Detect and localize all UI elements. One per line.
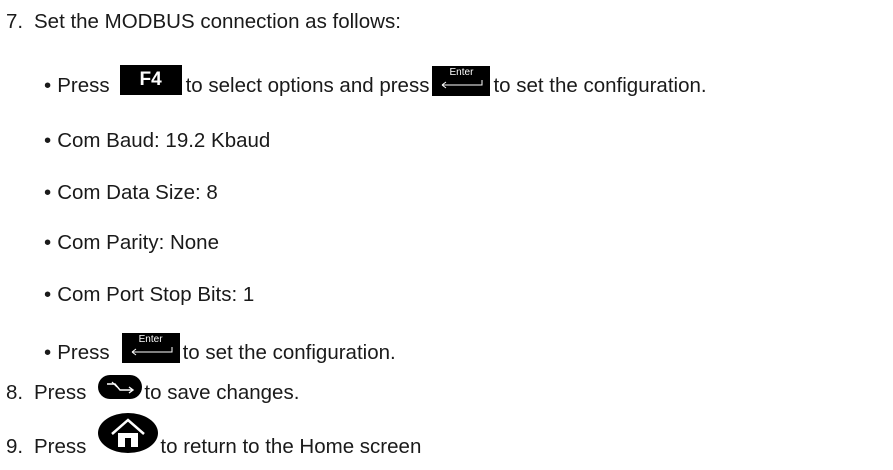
save-icon [98, 375, 143, 404]
bullet-text: to select options and press [185, 73, 430, 97]
bullet-com-stop-bits: • Com Port Stop Bits: 1 [44, 283, 255, 306]
step-7: 7. Set the MODBUS connection as follows: [6, 10, 401, 33]
bullet-com-baud: • Com Baud: 19.2 Kbaud [44, 129, 271, 152]
bullet-text: to set the configuration. [182, 340, 396, 364]
bullet-marker: • [44, 283, 52, 306]
enter-key-label: Enter [449, 67, 474, 78]
step-text: to save changes. [144, 381, 300, 404]
step-text: Press [34, 435, 87, 458]
setting-text: Com Port Stop Bits: 1 [57, 283, 255, 306]
enter-key-label: Enter [138, 334, 163, 345]
step-8: 8. Press to save changes. [6, 375, 300, 408]
setting-text: Com Baud: 19.2 Kbaud [57, 129, 271, 152]
bullet-marker: • [44, 73, 52, 97]
step-text: to return to the Home screen [160, 435, 422, 458]
bullet-marker: • [44, 181, 52, 204]
bullet-text: to set the configuration. [493, 73, 707, 97]
bullet-marker: • [44, 340, 52, 364]
step-number: 8. [6, 381, 24, 404]
step-9: 9. Press to return to the Home screen [6, 413, 422, 470]
bullet-press-f4: • Press F4 to select options and press E… [44, 65, 707, 101]
bullet-text: Press [57, 340, 110, 364]
bullet-com-data-size: • Com Data Size: 8 [44, 181, 218, 204]
bullet-marker: • [44, 231, 52, 254]
step-text: Set the MODBUS connection as follows: [34, 10, 401, 33]
f4-key-icon: F4 [119, 65, 182, 95]
bullet-com-parity: • Com Parity: None [44, 231, 219, 254]
enter-key-icon: Enter [432, 66, 491, 96]
home-icon [98, 413, 159, 458]
step-number: 9. [6, 435, 24, 458]
step-text: Press [34, 381, 87, 404]
bullet-text: Press [57, 73, 110, 97]
enter-key-icon: Enter [121, 333, 180, 363]
setting-text: Com Parity: None [57, 231, 219, 254]
setting-text: Com Data Size: 8 [57, 181, 218, 204]
bullet-press-enter: • Press Enter to set the configuration. [44, 333, 396, 368]
step-number: 7. [6, 10, 24, 33]
bullet-marker: • [44, 129, 52, 152]
